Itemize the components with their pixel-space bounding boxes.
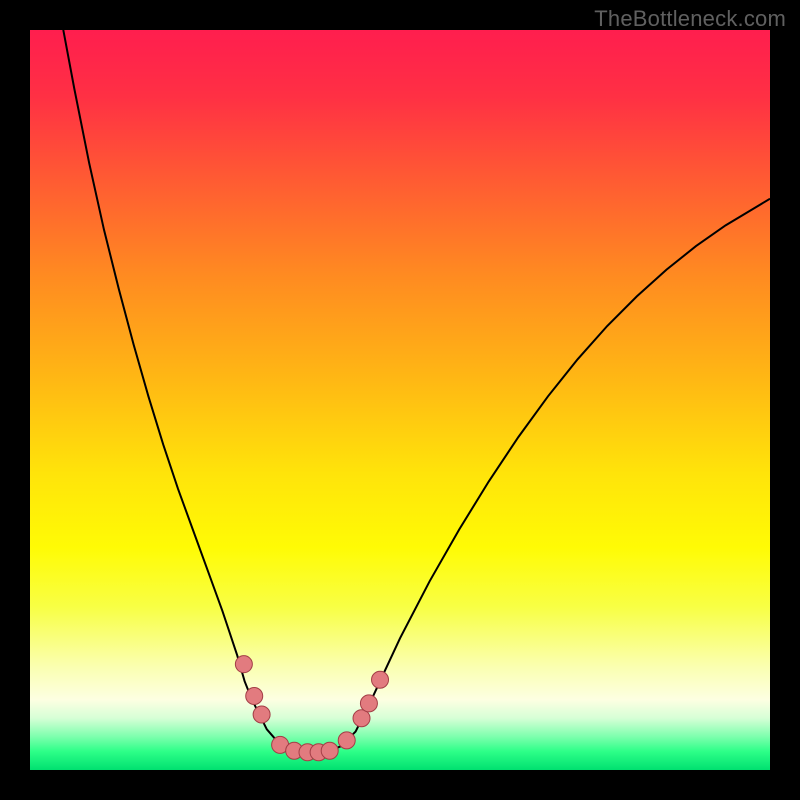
curve-marker (321, 742, 338, 759)
curve-marker (253, 706, 270, 723)
gradient-background (30, 30, 770, 770)
curve-marker (372, 671, 389, 688)
watermark-text: TheBottleneck.com (594, 6, 786, 32)
curve-marker (338, 732, 355, 749)
curve-marker (246, 688, 263, 705)
outer-frame: TheBottleneck.com (0, 0, 800, 800)
chart-svg (30, 30, 770, 770)
plot-area (30, 30, 770, 770)
curve-marker (360, 695, 377, 712)
curve-marker (235, 656, 252, 673)
